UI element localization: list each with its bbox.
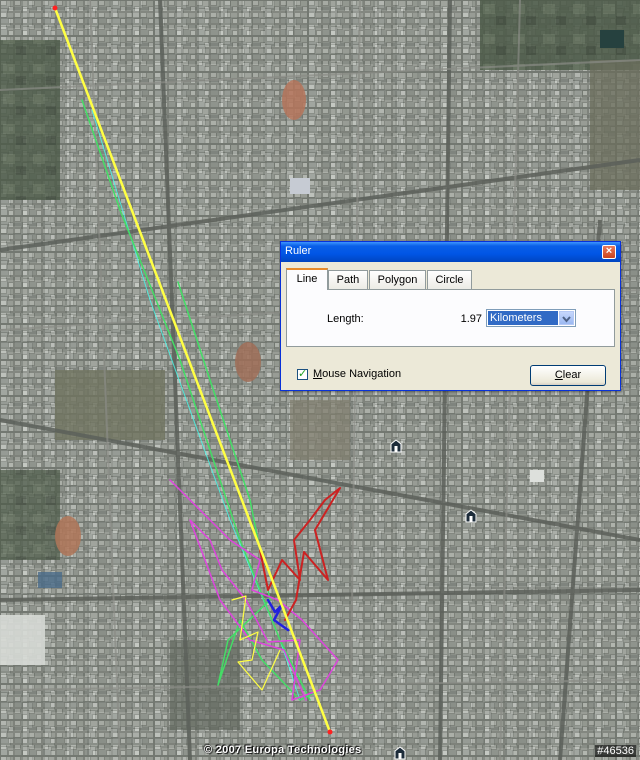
track-red xyxy=(259,487,341,621)
google-earth-view[interactable]: Ruler × Line Path Polygon Circle Length:… xyxy=(0,0,640,760)
track-magenta xyxy=(169,479,339,701)
line-tab-panel: Length: 1.97 Kilometers xyxy=(286,289,615,347)
ruler-end-point xyxy=(327,729,333,735)
length-value: 1.97 xyxy=(460,313,482,325)
mouse-navigation-checkbox[interactable]: ✓ xyxy=(297,367,308,380)
unit-selected-value: Kilometers xyxy=(488,311,558,325)
check-icon: ✓ xyxy=(298,367,308,380)
tab-circle[interactable]: Circle xyxy=(427,270,472,289)
ruler-titlebar[interactable]: Ruler × xyxy=(281,242,620,262)
map-copyright: © 2007 Europa Technologies xyxy=(204,744,362,756)
building-pin-icon[interactable] xyxy=(465,509,477,523)
tab-line[interactable]: Line xyxy=(286,268,328,290)
tab-path[interactable]: Path xyxy=(328,270,368,289)
ruler-start-point xyxy=(52,5,58,11)
ruler-title: Ruler xyxy=(285,245,312,257)
clear-button[interactable]: Clear xyxy=(530,365,606,386)
building-pin-icon[interactable] xyxy=(390,439,402,453)
tab-polygon[interactable]: Polygon xyxy=(369,270,426,289)
close-icon[interactable]: × xyxy=(602,245,616,259)
image-id-label: #46536 xyxy=(595,745,636,757)
unit-dropdown[interactable]: Kilometers xyxy=(486,309,576,327)
ruler-dialog[interactable]: Ruler × Line Path Polygon Circle Length:… xyxy=(280,241,621,391)
length-label: Length: xyxy=(327,313,364,325)
mouse-navigation-text: Mouse Navigation xyxy=(313,368,402,380)
mouse-navigation-label[interactable]: Mouse Navigation xyxy=(313,368,401,380)
chevron-down-icon[interactable] xyxy=(559,311,574,325)
building-pin-icon[interactable] xyxy=(394,746,406,760)
